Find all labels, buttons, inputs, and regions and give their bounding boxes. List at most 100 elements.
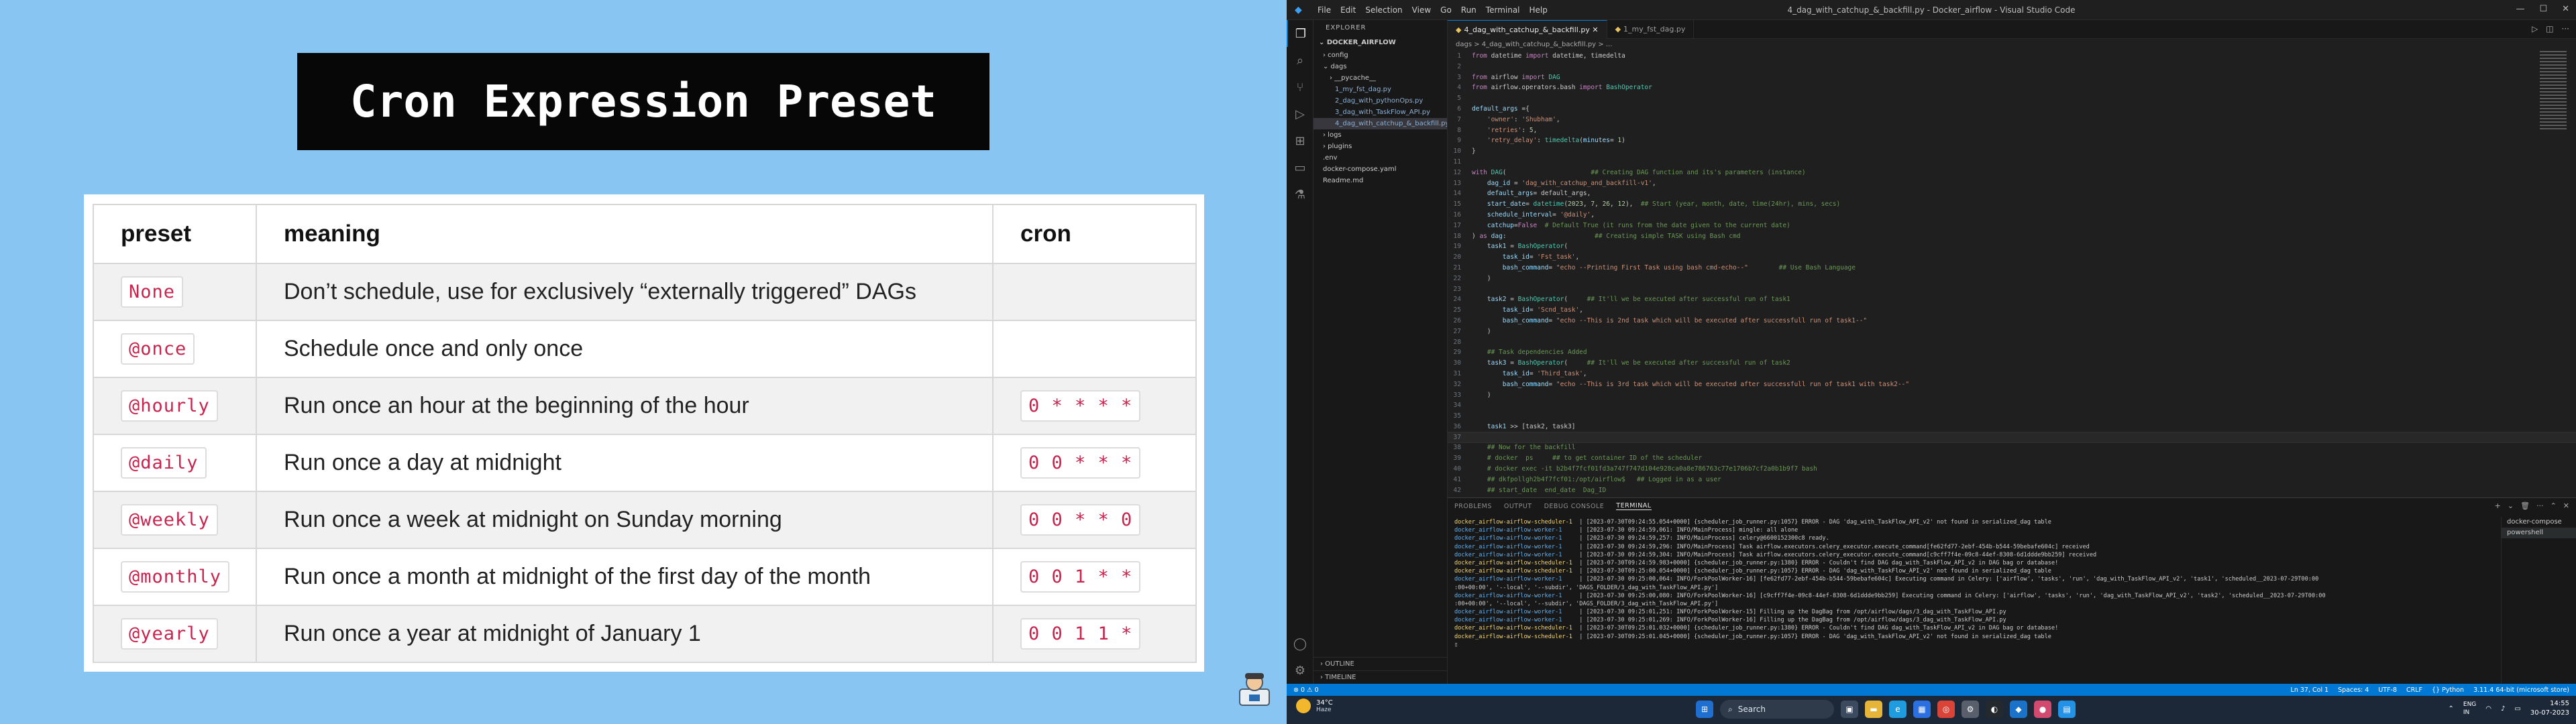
taskbar-search[interactable]: ⌕ Search [1720, 700, 1834, 719]
remote-explorer-icon[interactable]: ▭ [1287, 154, 1313, 181]
tree-file[interactable]: .env [1313, 152, 1447, 164]
task-view-icon[interactable]: ▣ [1841, 701, 1858, 718]
terminal-instance[interactable]: docker-compose [2502, 517, 2576, 528]
menu-item-help[interactable]: Help [1529, 5, 1548, 15]
search-icon[interactable]: ⌕ [1287, 47, 1313, 74]
file-explorer-icon[interactable]: ▬ [1865, 701, 1882, 718]
edge-browser-icon[interactable]: e [1889, 701, 1907, 718]
preset-cell: @yearly [93, 605, 257, 663]
workspace-root[interactable]: ⌄ DOCKER_AIRFLOW [1313, 36, 1447, 50]
timeline-section[interactable]: › TIMELINE [1313, 670, 1447, 684]
panel-tab-output[interactable]: OUTPUT [1504, 503, 1532, 510]
terminal-source: docker_airflow-airflow-scheduler-1 [1454, 568, 1572, 575]
preset-code: @weekly [121, 504, 218, 536]
settings-gear-icon[interactable]: ⚙ [1287, 657, 1313, 684]
docker-icon[interactable]: ▤ [2058, 701, 2076, 718]
panel-tab-problems[interactable]: PROBLEMS [1454, 503, 1492, 510]
kill-terminal-icon[interactable]: 🗑 [2520, 501, 2530, 510]
breadcrumb[interactable]: dags > 4_dag_with_catchup_&_backfill.py … [1448, 39, 2576, 51]
run-debug-icon[interactable]: ▷ [1287, 101, 1313, 127]
tree-file[interactable]: 3_dag_with_TaskFlow_API.py [1313, 107, 1447, 118]
github-icon[interactable]: ◐ [1986, 701, 2003, 718]
more-actions-icon[interactable]: ··· [2562, 24, 2569, 34]
status-item[interactable]: CRLF [2406, 686, 2422, 694]
tree-file[interactable]: docker-compose.yaml [1313, 164, 1447, 175]
more-icon[interactable]: ··· [2536, 501, 2544, 510]
python-file-icon: ◆ [1615, 25, 1621, 34]
explorer-icon[interactable]: ❐ [1287, 20, 1313, 47]
wifi-icon[interactable]: ◠ [2485, 705, 2491, 713]
tree-folder[interactable]: ⌄ dags [1313, 61, 1447, 72]
line-number: 6 [1457, 105, 1461, 113]
tree-file[interactable]: 1_my_fst_dag.py [1313, 84, 1447, 95]
menu-item-go[interactable]: Go [1440, 5, 1452, 15]
menu-item-edit[interactable]: Edit [1340, 5, 1356, 15]
split-editor-icon[interactable]: ◫ [2546, 24, 2553, 34]
terminal-instance[interactable]: powershell [2502, 528, 2576, 538]
windows-taskbar: 34°C Haze ⊞ ⌕ Search ▣ ▬ e ▦ ◎ ⚙ ◐ ◆ ● ▤… [1287, 696, 2576, 724]
maximize-panel-icon[interactable]: ⌃ [2551, 501, 2557, 510]
maximize-icon[interactable]: ☐ [2539, 4, 2547, 14]
settings-app-icon[interactable]: ⚙ [1962, 701, 1979, 718]
source-control-icon[interactable]: ⑂ [1287, 74, 1313, 101]
line-number: 13 [1453, 179, 1461, 187]
chrome-icon[interactable]: ◎ [1937, 701, 1955, 718]
minimize-icon[interactable]: — [2516, 4, 2524, 14]
line-number: 11 [1453, 158, 1461, 166]
menu-bar: File Edit Selection View Go Run Terminal Help [1318, 5, 1548, 15]
store-icon[interactable]: ▦ [1913, 701, 1931, 718]
code-text: 'owner': 'Shubham', [1487, 115, 1560, 123]
tree-folder[interactable]: › __pycache__ [1313, 72, 1447, 84]
tree-folder[interactable]: › config [1313, 50, 1447, 61]
panel-tab-debug-console[interactable]: DEBUG CONSOLE [1544, 503, 1605, 510]
status-item[interactable]: UTF-8 [2378, 686, 2397, 694]
code-editor[interactable]: 1 from datetime import datetime, timedelt… [1448, 51, 2576, 497]
tree-file[interactable]: 4_dag_with_catchup_&_backfill.py [1313, 118, 1447, 129]
tree-folder[interactable]: › plugins [1313, 141, 1447, 152]
minimap[interactable] [2540, 51, 2567, 131]
status-item[interactable]: 3.11.4 64-bit (microsoft store) [2473, 686, 2569, 694]
menu-item-run[interactable]: Run [1461, 5, 1477, 15]
outline-section[interactable]: › OUTLINE [1313, 657, 1447, 670]
close-panel-icon[interactable]: ✕ [2563, 501, 2569, 510]
meaning-cell: Run once a week at midnight on Sunday mo… [256, 491, 994, 549]
vscode-taskbar-icon[interactable]: ◆ [2010, 701, 2027, 718]
tree-file[interactable]: 2_dag_with_pythonOps.py [1313, 95, 1447, 107]
panel-tab-terminal[interactable]: TERMINAL [1616, 502, 1652, 510]
testing-icon[interactable]: ⚗ [1287, 181, 1313, 208]
tree-folder[interactable]: › logs [1313, 129, 1447, 141]
weather-widget[interactable]: 34°C Haze [1296, 699, 1333, 713]
close-tab-icon[interactable]: ✕ [1590, 25, 1598, 34]
battery-icon[interactable]: ▭ [2514, 705, 2520, 713]
editor-tab[interactable]: ◆ 1_my_fst_dag.py [1607, 20, 1695, 39]
code-line: 12 with DAG( ## Creating DAG function and… [1448, 168, 2576, 178]
new-terminal-icon[interactable]: + [2495, 501, 2501, 510]
menu-item-selection[interactable]: Selection [1365, 5, 1402, 15]
code-line: 16 schedule_interval= '@daily', [1448, 210, 2576, 221]
run-python-icon[interactable]: ▷ [2532, 24, 2538, 34]
table-row: @hourly Run once an hour at the beginning… [93, 377, 1197, 435]
terminal-output[interactable]: docker_airflow-airflow-scheduler-1 | [20… [1454, 518, 2487, 683]
close-icon[interactable]: ✕ [2562, 4, 2569, 14]
menu-item-file[interactable]: File [1318, 5, 1331, 15]
menu-item-view[interactable]: View [1412, 5, 1431, 15]
problems-status[interactable]: ⊗ 0 ⚠ 0 [1293, 686, 1319, 694]
account-icon[interactable]: ◯ [1287, 630, 1313, 657]
volume-icon[interactable]: ♪ [2501, 705, 2505, 713]
chevron-down-icon[interactable]: ⌄ [2508, 501, 2514, 510]
chevron-up-icon[interactable]: ⌃ [2449, 705, 2454, 713]
windows-start-icon[interactable]: ⊞ [1696, 701, 1713, 718]
tree-file[interactable]: Readme.md [1313, 175, 1447, 186]
language-indicator[interactable]: ENG IN [2463, 701, 2476, 717]
editor-tab[interactable]: ◆ 4_dag_with_catchup_&_backfill.py ✕ [1448, 20, 1607, 39]
terminal-source: docker_airflow-airflow-worker-1 [1454, 535, 1562, 542]
clock[interactable]: 14:55 30-07-2023 [2530, 699, 2569, 718]
preset-code: @monthly [121, 561, 230, 593]
recording-app-icon[interactable]: ● [2034, 701, 2051, 718]
menu-item-terminal[interactable]: Terminal [1486, 5, 1520, 15]
extensions-icon[interactable]: ⊞ [1287, 127, 1313, 154]
status-item[interactable]: Spaces: 4 [2338, 686, 2369, 694]
status-item[interactable]: Ln 37, Col 1 [2291, 686, 2329, 694]
terminal-message: | [2023-07-30 09:24:59,304: INFO/MainPro… [1562, 551, 2097, 558]
status-item[interactable]: {} Python [2432, 686, 2464, 694]
